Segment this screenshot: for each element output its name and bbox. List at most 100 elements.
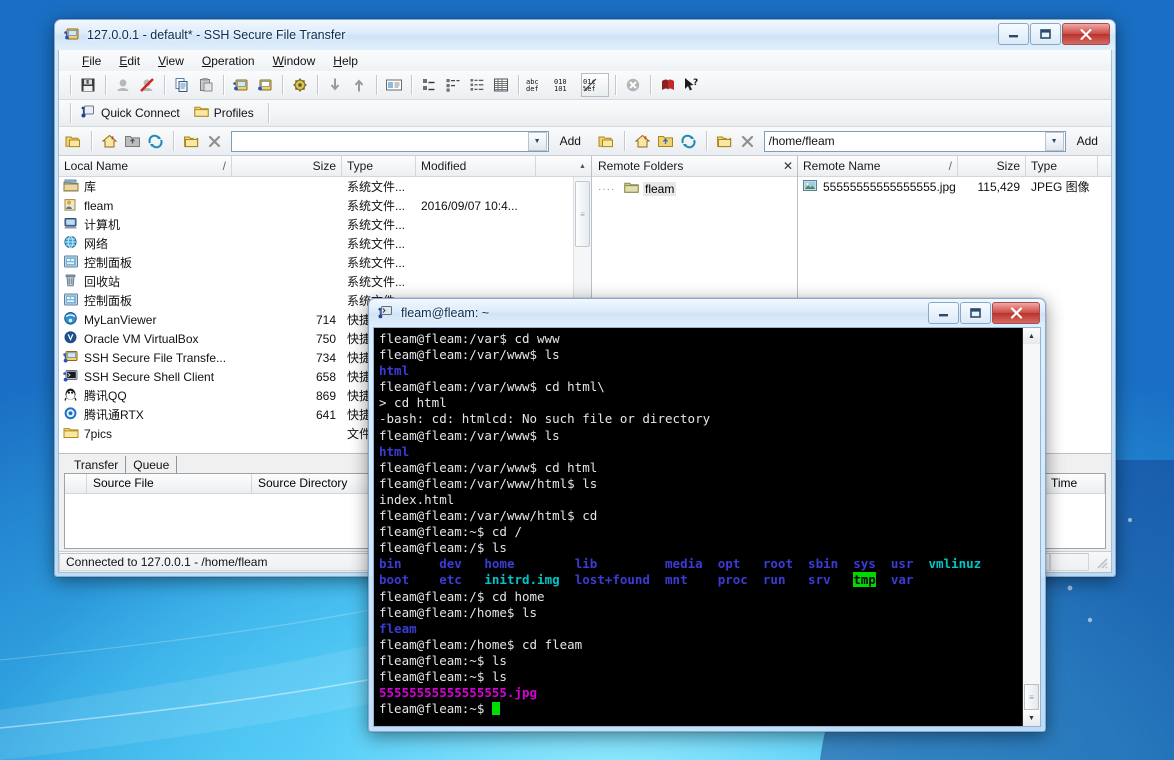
remote-folders-close-icon[interactable]: ✕ [783, 159, 793, 173]
local-parent-folder-icon[interactable] [122, 130, 143, 152]
chevron-down-icon[interactable]: ▼ [528, 132, 547, 151]
auto-transfer-icon[interactable]: 01¢%ef [581, 73, 609, 97]
context-help-icon[interactable]: ? [681, 74, 703, 96]
remote-home-icon[interactable] [632, 130, 653, 152]
local-col-modified[interactable]: Modified [416, 156, 536, 176]
save-icon[interactable] [77, 74, 99, 96]
remote-columns-header[interactable]: Remote Name / Size Type [798, 156, 1111, 177]
terminal-titlebar[interactable]: fleam@fleam: ~ [369, 299, 1045, 327]
menu-view[interactable]: View [149, 52, 193, 70]
menu-window[interactable]: Window [264, 52, 325, 70]
view-small-icons-icon[interactable] [418, 74, 440, 96]
tab-transfer[interactable]: Transfer [67, 456, 126, 473]
menu-file[interactable]: File [73, 52, 110, 70]
remote-path-value[interactable]: /home/fleam [765, 134, 1044, 148]
table-row[interactable]: 网络系统文件... [59, 234, 573, 253]
maximize-button[interactable] [1030, 23, 1061, 45]
remote-refresh-icon[interactable] [678, 130, 699, 152]
remote-col-size[interactable]: Size [958, 156, 1026, 176]
view-list-icon[interactable] [442, 74, 464, 96]
transfer-col-time[interactable]: Time [1045, 474, 1105, 493]
connect-icon[interactable] [112, 74, 134, 96]
local-col-type[interactable]: Type [342, 156, 416, 176]
tree-node-fleam[interactable]: ···· fleam [598, 181, 797, 197]
local-home-icon[interactable] [99, 130, 120, 152]
menu-operation[interactable]: Operation [193, 52, 264, 70]
menu-edit[interactable]: Edit [110, 52, 149, 70]
copy-icon[interactable] [171, 74, 193, 96]
remote-path-combo[interactable]: /home/fleam ▼ [764, 131, 1066, 152]
new-file-transfer-window-icon[interactable] [230, 74, 252, 96]
local-path-combo[interactable]: ▼ [231, 131, 549, 152]
profiles-button[interactable]: Profiles [189, 103, 263, 123]
help-book-icon[interactable] [657, 74, 679, 96]
remote-add-button[interactable]: Add [1068, 131, 1107, 151]
paste-icon[interactable] [195, 74, 217, 96]
local-new-folder-icon[interactable] [181, 130, 202, 152]
local-scroll-up-icon[interactable]: ▲ [574, 156, 591, 176]
terminal-scrollbar[interactable]: ▲ ≡ ▼ [1022, 328, 1040, 726]
terminal-close-button[interactable] [992, 302, 1040, 324]
local-col-name[interactable]: Local Name / [59, 156, 232, 176]
main-caption-buttons[interactable] [998, 23, 1110, 45]
quick-connect-bar[interactable]: Quick Connect Profiles [59, 100, 1111, 127]
toolbar[interactable]: abcdef 010101 01¢%ef ? [59, 71, 1111, 100]
address-bar-row[interactable]: ▼ Add /home/fleam [59, 127, 1111, 156]
local-col-size[interactable]: Size [232, 156, 342, 176]
upload-icon[interactable] [348, 74, 370, 96]
remote-col-name[interactable]: Remote Name / [798, 156, 958, 176]
terminal-line: fleam@fleam:/var/www$ ls [379, 428, 1022, 444]
view-large-icon[interactable] [383, 74, 405, 96]
terminal-scroll-thumb[interactable]: ≡ [1024, 684, 1039, 710]
terminal-line: > cd html [379, 395, 1022, 411]
terminal-icon [378, 304, 394, 323]
minimize-button[interactable] [998, 23, 1029, 45]
table-row[interactable]: 控制面板系统文件... [59, 253, 573, 272]
terminal-text: dev [439, 556, 462, 571]
close-button[interactable] [1062, 23, 1110, 45]
terminal-maximize-button[interactable] [960, 302, 991, 324]
quick-connect-button[interactable]: Quick Connect [76, 102, 189, 124]
resize-grip[interactable] [1089, 553, 1111, 571]
menu-bar[interactable]: File Edit View Operation Window Help [59, 50, 1111, 71]
local-delete-icon[interactable] [204, 130, 225, 152]
view-details-icon[interactable] [466, 74, 488, 96]
local-refresh-icon[interactable] [145, 130, 166, 152]
table-row[interactable]: 55555555555555555.jpg115,429JPEG 图像 [798, 177, 1111, 196]
chevron-down-icon[interactable]: ▼ [1045, 132, 1064, 151]
new-terminal-window-icon[interactable] [254, 74, 276, 96]
remote-delete-icon[interactable] [737, 130, 758, 152]
ascii-transfer-icon[interactable]: abcdef [525, 74, 551, 96]
local-scroll-thumb[interactable]: ≡ [575, 181, 590, 247]
disconnect-icon[interactable] [136, 74, 158, 96]
remote-folder-up-icon[interactable] [596, 130, 617, 152]
remote-new-folder-icon[interactable] [714, 130, 735, 152]
stop-icon[interactable] [622, 74, 644, 96]
terminal-window[interactable]: fleam@fleam: ~ fleam@fleam:/var$ cd wwwf… [368, 298, 1046, 732]
main-titlebar[interactable]: 127.0.0.1 - default* - SSH Secure File T… [55, 20, 1115, 50]
terminal-scroll-down-icon[interactable]: ▼ [1023, 710, 1040, 726]
terminal-caption-buttons[interactable] [928, 302, 1040, 324]
remote-col-type[interactable]: Type [1026, 156, 1098, 176]
binary-transfer-icon[interactable]: 010101 [553, 74, 579, 96]
table-row[interactable]: 回收站系统文件... [59, 272, 573, 291]
remote-parent-folder-icon[interactable] [655, 130, 676, 152]
local-row-name-text: 计算机 [84, 216, 120, 233]
terminal-scroll-up-icon[interactable]: ▲ [1023, 328, 1040, 344]
terminal-screen[interactable]: fleam@fleam:/var$ cd wwwfleam@fleam:/var… [374, 328, 1022, 726]
menu-help[interactable]: Help [324, 52, 367, 70]
local-add-button[interactable]: Add [551, 131, 590, 151]
terminal-scroll-track[interactable]: ≡ [1023, 344, 1040, 710]
terminal-body[interactable]: fleam@fleam:/var$ cd wwwfleam@fleam:/var… [373, 327, 1041, 727]
transfer-col-source-file[interactable]: Source File [87, 474, 252, 493]
tab-queue[interactable]: Queue [126, 456, 177, 473]
view-report-icon[interactable] [490, 74, 512, 96]
local-columns-header[interactable]: Local Name / Size Type Modified ▲ [59, 156, 591, 177]
local-folder-up-icon[interactable] [63, 130, 84, 152]
table-row[interactable]: 库系统文件... [59, 177, 573, 196]
table-row[interactable]: 计算机系统文件... [59, 215, 573, 234]
download-icon[interactable] [324, 74, 346, 96]
settings-icon[interactable] [289, 74, 311, 96]
terminal-minimize-button[interactable] [928, 302, 959, 324]
table-row[interactable]: fleam系统文件...2016/09/07 10:4... [59, 196, 573, 215]
